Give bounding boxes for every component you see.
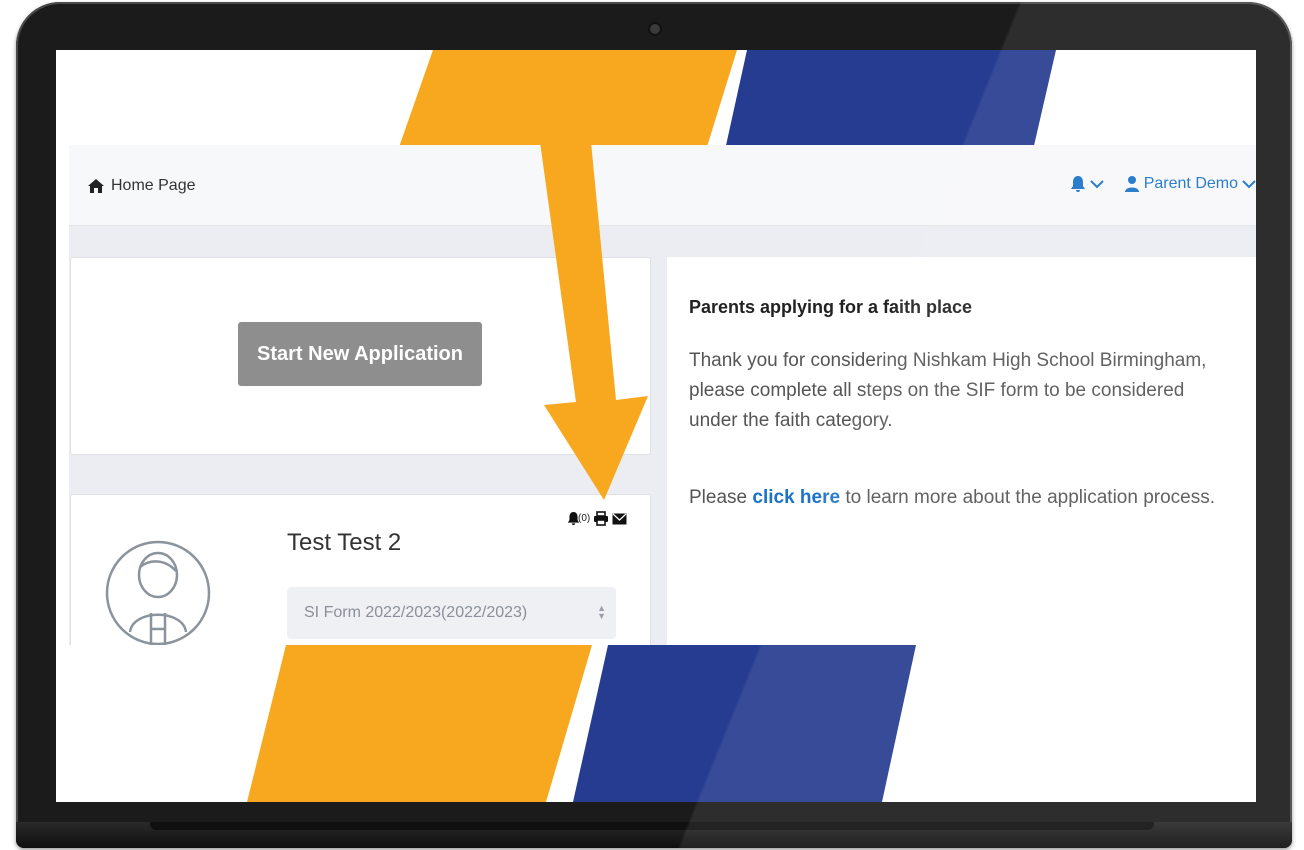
- notifications-dropdown[interactable]: [1070, 175, 1104, 193]
- info-paragraph-1: Thank you for considering Nishkam High S…: [689, 350, 1207, 431]
- click-here-link[interactable]: click here: [752, 487, 840, 508]
- info-heading: Parents applying for a faith place: [689, 297, 973, 317]
- form-select-dropdown[interactable]: SI Form 2022/2023(2022/2023) ▲ ▼: [287, 587, 616, 639]
- card-notifications[interactable]: (0): [567, 511, 590, 526]
- stripe-orange-top: [398, 50, 737, 150]
- start-new-application-button[interactable]: Start New Application: [238, 322, 482, 386]
- child-name: Test Test 2: [287, 529, 402, 556]
- laptop-screen: Home Page Parent Demo Start New Applicat…: [56, 50, 1256, 802]
- chevron-down-icon: [1090, 180, 1104, 189]
- select-arrows-icon: ▲ ▼: [597, 603, 606, 621]
- stripe-orange-bottom: [247, 645, 592, 802]
- notification-count: (0): [578, 513, 591, 524]
- webcam: [650, 24, 660, 34]
- card-action-icons: (0): [567, 511, 627, 526]
- print-icon[interactable]: [593, 511, 609, 526]
- stripe-blue-top: [725, 50, 1056, 150]
- laptop-base-notch: [150, 822, 1154, 830]
- home-icon: [88, 179, 104, 193]
- user-menu[interactable]: Parent Demo: [1124, 175, 1256, 193]
- top-navbar: Home Page Parent Demo: [69, 145, 1256, 226]
- home-page-link[interactable]: Home Page: [87, 177, 196, 195]
- user-icon: [1124, 176, 1139, 192]
- home-page-label: Home Page: [111, 177, 196, 194]
- bell-icon: [1070, 176, 1085, 192]
- form-select-value: SI Form 2022/2023(2022/2023): [304, 604, 528, 621]
- start-application-card: Start New Application: [70, 257, 651, 455]
- info-paragraph-2: Please click here to learn more about th…: [689, 483, 1229, 513]
- user-name-label: Parent Demo: [1143, 175, 1238, 192]
- info-panel: Parents applying for a faith place Thank…: [667, 257, 1256, 645]
- app-window: Home Page Parent Demo Start New Applicat…: [69, 145, 1256, 645]
- stripe-blue-bottom: [573, 645, 916, 802]
- avatar-icon: [105, 540, 211, 645]
- info-paragraph-2-end: to learn more about the application proc…: [845, 487, 1216, 508]
- child-application-card: (0) Test Test 2 SI Form 2022/2023(2022/2…: [70, 494, 651, 645]
- envelope-icon[interactable]: [612, 513, 627, 525]
- info-paragraph-2-start: Please: [689, 487, 748, 508]
- chevron-down-icon: [1242, 180, 1256, 189]
- navbar-right: Parent Demo: [1070, 175, 1256, 193]
